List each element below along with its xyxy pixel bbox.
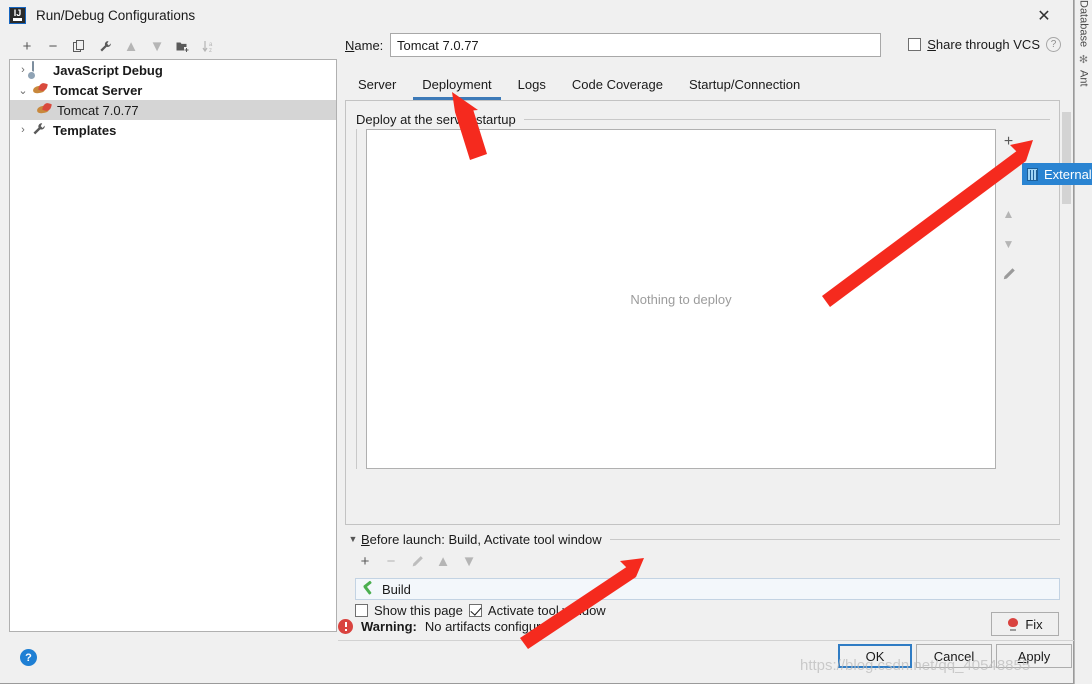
fix-button[interactable]: Fix bbox=[991, 612, 1059, 636]
move-task-down-icon[interactable]: ▼ bbox=[457, 550, 481, 572]
deployment-tab-content: Deploy at the server startup Nothing to … bbox=[345, 100, 1060, 525]
intellij-idea-icon bbox=[9, 7, 26, 24]
before-launch-task-row[interactable]: Build bbox=[355, 578, 1060, 600]
configuration-editor-panel: Name: Share through VCS ? Server Deploym… bbox=[345, 33, 1061, 633]
chevron-down-icon[interactable]: ⌄ bbox=[14, 84, 32, 97]
error-circle-icon bbox=[338, 618, 353, 634]
add-artifact-button[interactable]: + bbox=[998, 131, 1020, 153]
tree-item-tomcat-server[interactable]: ⌄ Tomcat Server bbox=[10, 80, 336, 100]
chevron-right-icon[interactable]: › bbox=[14, 124, 32, 136]
external-source-menu-item[interactable]: External bbox=[1022, 163, 1092, 185]
edit-templates-wrench-icon[interactable] bbox=[93, 35, 117, 57]
deployment-table-toolbar: + ▲ ▼ bbox=[996, 129, 1021, 469]
tomcat-icon bbox=[32, 82, 50, 98]
wrench-icon bbox=[32, 122, 50, 138]
name-input[interactable] bbox=[390, 33, 881, 57]
share-through-vcs-row: Share through VCS ? bbox=[908, 37, 1061, 52]
configurations-toolbar: + − ▲ ▼ az bbox=[9, 33, 337, 59]
tree-item-label: JavaScript Debug bbox=[53, 62, 163, 78]
configurations-left-panel: + − ▲ ▼ az › JavaScript Debug ⌄ Tomcat S… bbox=[9, 33, 337, 633]
remove-task-button[interactable]: − bbox=[379, 550, 403, 572]
deploy-group-header: Deploy at the server startup bbox=[356, 111, 1050, 127]
footer-divider bbox=[338, 640, 1074, 641]
tree-item-label: Tomcat Server bbox=[53, 82, 143, 98]
edit-task-icon[interactable] bbox=[405, 550, 429, 572]
share-through-vcs-checkbox[interactable] bbox=[908, 38, 922, 51]
tree-item-tomcat-7-0-77[interactable]: Tomcat 7.0.77 bbox=[10, 100, 336, 120]
tree-item-label: Tomcat 7.0.77 bbox=[57, 102, 139, 118]
tool-window-button-ant[interactable]: Ant bbox=[1078, 70, 1090, 87]
before-launch-title: Before launch: Build, Activate tool wind… bbox=[361, 531, 602, 547]
move-up-icon[interactable]: ▲ bbox=[119, 35, 143, 57]
name-row: Name: Share through VCS ? bbox=[345, 33, 1061, 57]
scrollbar-thumb[interactable] bbox=[1062, 112, 1071, 204]
move-task-up-icon[interactable]: ▲ bbox=[431, 550, 455, 572]
tool-window-button-database[interactable]: Database bbox=[1078, 0, 1090, 47]
share-through-vcs-label: Share through VCS bbox=[927, 37, 1040, 52]
name-label: Name: bbox=[345, 37, 384, 53]
before-launch-header[interactable]: ▼ Before launch: Build, Activate tool wi… bbox=[345, 530, 1060, 548]
task-label: Build bbox=[382, 581, 411, 597]
copy-configuration-icon[interactable] bbox=[67, 35, 91, 57]
fix-button-label: Fix bbox=[1025, 616, 1043, 632]
ant-icon: ✻ bbox=[1078, 54, 1089, 67]
dialog-title: Run/Debug Configurations bbox=[36, 8, 196, 23]
tree-item-label: Templates bbox=[53, 122, 117, 138]
ide-tool-window-strip: Database ✻ Ant bbox=[1074, 0, 1092, 684]
move-into-folder-icon[interactable] bbox=[171, 35, 195, 57]
move-artifact-down-icon[interactable]: ▼ bbox=[998, 233, 1020, 255]
move-artifact-up-icon[interactable]: ▲ bbox=[998, 203, 1020, 225]
external-source-label: External bbox=[1044, 166, 1092, 182]
status-warning-bar: Warning: No artifacts configured bbox=[338, 612, 1074, 640]
chevron-down-icon[interactable]: ▼ bbox=[345, 534, 361, 544]
fix-bulb-icon bbox=[1007, 617, 1019, 631]
sort-alphabetically-icon[interactable]: az bbox=[197, 35, 221, 57]
help-icon[interactable]: ? bbox=[1046, 37, 1061, 52]
close-icon[interactable]: ✕ bbox=[1029, 6, 1059, 26]
help-button[interactable]: ? bbox=[20, 649, 37, 666]
tab-code-coverage[interactable]: Code Coverage bbox=[559, 72, 676, 100]
group-divider bbox=[609, 538, 1060, 540]
warning-prefix: Warning: bbox=[361, 618, 417, 634]
deploy-group-body: Nothing to deploy + ▲ ▼ bbox=[356, 129, 1050, 469]
deploy-group-title: Deploy at the server startup bbox=[356, 111, 516, 127]
configurations-tree[interactable]: › JavaScript Debug ⌄ Tomcat Server Tomca… bbox=[9, 59, 337, 632]
dialog-titlebar: Run/Debug Configurations ✕ bbox=[0, 0, 1073, 31]
edit-artifact-icon[interactable] bbox=[998, 263, 1020, 285]
tree-item-templates[interactable]: › Templates bbox=[10, 120, 336, 140]
tab-startup-connection[interactable]: Startup/Connection bbox=[676, 72, 813, 100]
add-task-button[interactable]: + bbox=[353, 550, 377, 572]
watermark: https://blog.csdn.net/qq_40548855 bbox=[800, 657, 1031, 674]
deploy-at-startup-group: Deploy at the server startup Nothing to … bbox=[356, 111, 1050, 471]
tab-server[interactable]: Server bbox=[345, 72, 409, 100]
editor-panel-scrollbar[interactable] bbox=[1061, 34, 1072, 634]
move-down-icon[interactable]: ▼ bbox=[145, 35, 169, 57]
empty-state-text: Nothing to deploy bbox=[630, 291, 732, 307]
deployment-artifacts-table[interactable]: Nothing to deploy bbox=[366, 129, 996, 469]
warning-message: No artifacts configured bbox=[424, 618, 555, 634]
external-source-icon bbox=[1027, 167, 1038, 181]
add-configuration-button[interactable]: + bbox=[15, 35, 39, 57]
javascript-debug-icon bbox=[32, 61, 50, 78]
tab-deployment[interactable]: Deployment bbox=[409, 72, 504, 100]
screen-root: Database ✻ Ant Run/Debug Configurations … bbox=[0, 0, 1092, 684]
remove-configuration-button[interactable]: − bbox=[41, 35, 65, 57]
svg-text:z: z bbox=[209, 48, 212, 53]
tab-logs[interactable]: Logs bbox=[505, 72, 559, 100]
group-divider bbox=[523, 118, 1050, 120]
run-debug-configurations-dialog: Run/Debug Configurations ✕ + − ▲ ▼ bbox=[0, 0, 1074, 684]
deploy-area: Nothing to deploy + ▲ ▼ bbox=[366, 129, 1021, 469]
build-hammer-icon bbox=[362, 582, 376, 596]
before-launch-toolbar: + − ▲ ▼ bbox=[345, 548, 1060, 574]
tomcat-icon bbox=[36, 102, 54, 118]
tree-item-javascript-debug[interactable]: › JavaScript Debug bbox=[10, 60, 336, 80]
configuration-tabs: Server Deployment Logs Code Coverage Sta… bbox=[345, 71, 1060, 100]
